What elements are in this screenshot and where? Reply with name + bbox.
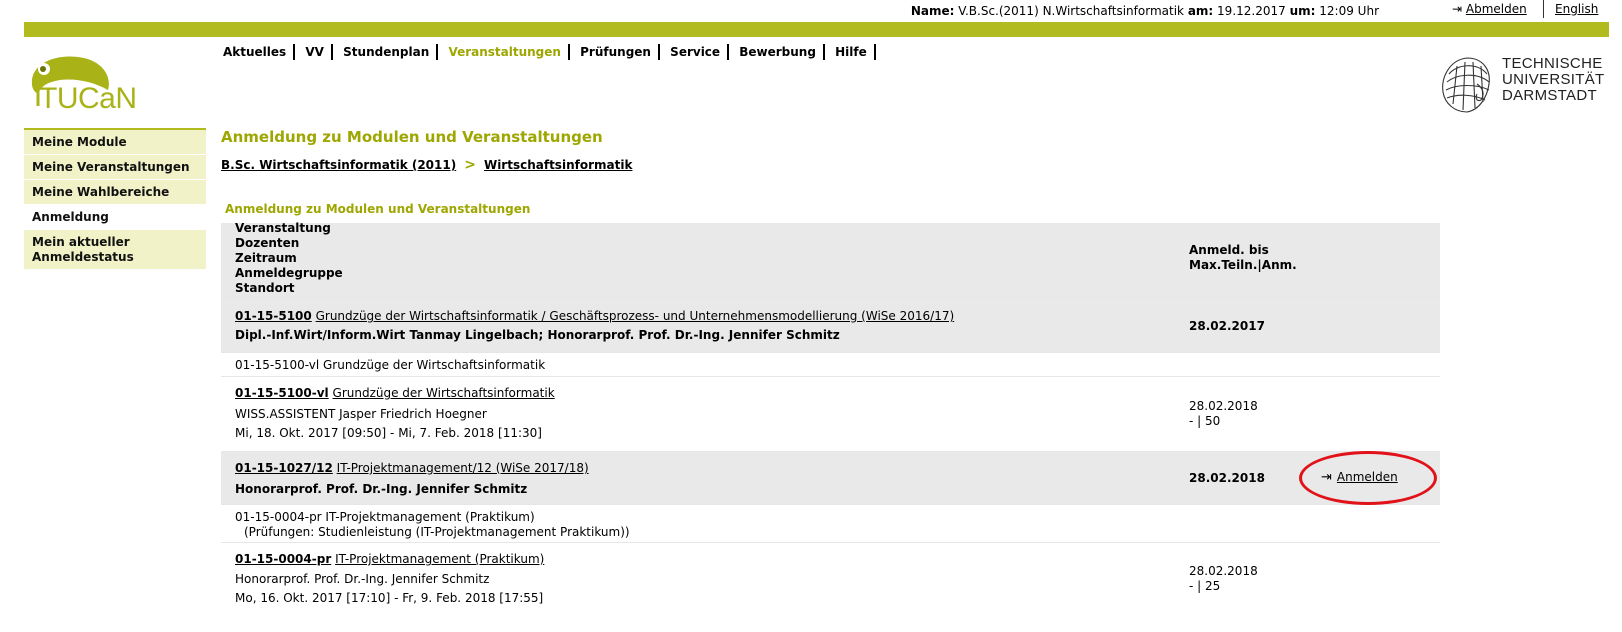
- breadcrumb-area[interactable]: Wirtschaftsinformatik: [484, 158, 632, 172]
- module-code[interactable]: 01-15-1027/12: [235, 461, 333, 475]
- tucan-logo-text: TUCaN: [39, 82, 137, 115]
- top-status-bar: Name: V.B.Sc.(2011) N.Wirtschaftsinforma…: [0, 0, 1622, 21]
- register-button[interactable]: ⇥ Anmelden: [1321, 470, 1398, 485]
- date-label: am:: [1187, 4, 1214, 18]
- nav-aktuelles[interactable]: Aktuelles: [223, 44, 296, 60]
- course-name[interactable]: Grundzüge der Wirtschaftsinformatik: [333, 386, 555, 400]
- table-row: 01-15-5100-vl Grundzüge der Wirtschaftsi…: [221, 377, 1440, 452]
- nav-pruefungen[interactable]: Prüfungen: [580, 44, 660, 60]
- divider: [1543, 0, 1544, 18]
- deadline: 28.02.2018: [1189, 399, 1258, 413]
- register-label[interactable]: Anmelden: [1337, 470, 1398, 484]
- nav-bewerbung[interactable]: Bewerbung: [739, 44, 825, 60]
- course-title[interactable]: 01-15-5100-vl Grundzüge der Wirtschaftsi…: [235, 386, 555, 400]
- course-title[interactable]: 01-15-0004-pr IT-Projektmanagement (Prak…: [235, 552, 544, 566]
- capacity: - | 25: [1189, 579, 1221, 593]
- breadcrumb: B.Sc. Wirtschaftsinformatik (2011) > Wirts…: [221, 157, 632, 173]
- module-title[interactable]: 01-15-5100 Grundzüge der Wirtschaftsinfo…: [235, 309, 954, 323]
- table-row: 01-15-5100 Grundzüge der Wirtschaftsinfo…: [221, 298, 1440, 353]
- section-title: Anmeldung zu Modulen und Veranstaltungen: [225, 202, 531, 216]
- period: Mo, 16. Okt. 2017 [17:10] - Fr, 9. Feb. …: [235, 591, 544, 605]
- deadline: 28.02.2018: [1189, 471, 1265, 485]
- nav-veranstaltungen[interactable]: Veranstaltungen: [448, 44, 570, 60]
- module-code[interactable]: 01-15-5100: [235, 309, 312, 323]
- header-col-deadline: Anmeld. bis Max.Teiln.|Anm.: [1189, 243, 1297, 272]
- nav-service[interactable]: Service: [670, 44, 730, 60]
- tu-darmstadt-logo: TECHNISCHE UNIVERSITÄT DARMSTADT: [1437, 54, 1612, 118]
- table-row: 01-15-5100-vl Grundzüge der Wirtschaftsi…: [221, 353, 1440, 377]
- language-link[interactable]: English: [1555, 2, 1598, 16]
- time-value: 12:09 Uhr: [1319, 4, 1379, 18]
- page-title: Anmeldung zu Modulen und Veranstaltungen: [221, 128, 603, 146]
- logout-link[interactable]: ⇥ Abmelden: [1452, 2, 1527, 16]
- sidebar-item-meine-veranstaltungen[interactable]: Meine Veranstaltungen: [24, 155, 206, 180]
- athena-head-icon: [1442, 57, 1490, 113]
- table-row: 01-15-0004-pr IT-Projektmanagement (Prak…: [221, 505, 1440, 543]
- capacity: - | 50: [1189, 414, 1221, 428]
- header-col-course: Veranstaltung Dozenten Zeitraum Anmeldeg…: [235, 221, 343, 295]
- course-summary: 01-15-5100-vl Grundzüge der Wirtschaftsi…: [235, 358, 546, 372]
- register-arrow-icon: ⇥: [1321, 470, 1332, 485]
- main-navigation: Aktuelles VV Stundenplan Veranstaltungen…: [223, 44, 882, 62]
- module-name[interactable]: IT-Projektmanagement/12 (WiSe 2017/18): [337, 461, 589, 475]
- sidebar: Meine Module Meine Veranstaltungen Meine…: [24, 128, 206, 270]
- sidebar-item-anmeldestatus[interactable]: Mein aktueller Anmeldestatus: [24, 230, 206, 270]
- table-header: Veranstaltung Dozenten Zeitraum Anmeldeg…: [221, 221, 1440, 298]
- university-name: TECHNISCHE UNIVERSITÄT DARMSTADT: [1502, 55, 1605, 104]
- date-value: 19.12.2017: [1217, 4, 1286, 18]
- course-summary: 01-15-0004-pr IT-Projektmanagement (Prak…: [235, 510, 535, 524]
- user-name: V.B.Sc.(2011) N.Wirtschaftsinformatik: [958, 4, 1184, 18]
- course-name[interactable]: IT-Projektmanagement (Praktikum): [335, 552, 544, 566]
- nav-hilfe[interactable]: Hilfe: [835, 44, 876, 60]
- course-code[interactable]: 01-15-5100-vl: [235, 386, 329, 400]
- logout-icon: ⇥: [1452, 2, 1463, 16]
- time-label: um:: [1289, 4, 1316, 18]
- name-label: Name:: [910, 4, 955, 18]
- period: Mi, 18. Okt. 2017 [09:50] - Mi, 7. Feb. …: [235, 426, 542, 440]
- table-row: 01-15-0004-pr IT-Projektmanagement (Prak…: [221, 543, 1440, 617]
- table-row: 01-15-1027/12 IT-Projektmanagement/12 (W…: [221, 451, 1440, 505]
- lecturer: WISS.ASSISTENT Jasper Friedrich Hoegner: [235, 407, 487, 421]
- header-green-bar: [24, 22, 1609, 37]
- exam-info: (Prüfungen: Studienleistung (IT-Projektm…: [244, 525, 630, 539]
- sidebar-item-meine-module[interactable]: Meine Module: [24, 130, 206, 155]
- breadcrumb-separator: >: [464, 157, 476, 173]
- sidebar-item-anmeldung[interactable]: Anmeldung: [24, 205, 206, 230]
- breadcrumb-degree[interactable]: B.Sc. Wirtschaftsinformatik (2011): [221, 158, 456, 172]
- lecturer: Honorarprof. Prof. Dr.-Ing. Jennifer Sch…: [235, 482, 528, 496]
- lecturer: Honorarprof. Prof. Dr.-Ing. Jennifer Sch…: [235, 572, 490, 586]
- tucan-logo[interactable]: TUCaN: [26, 54, 166, 120]
- deadline: 28.02.2018: [1189, 564, 1258, 578]
- module-title[interactable]: 01-15-1027/12 IT-Projektmanagement/12 (W…: [235, 461, 589, 475]
- registration-table: Veranstaltung Dozenten Zeitraum Anmeldeg…: [221, 221, 1440, 617]
- nav-stundenplan[interactable]: Stundenplan: [343, 44, 439, 60]
- lecturer: Dipl.-Inf.Wirt/Inform.Wirt Tanmay Lingel…: [235, 328, 840, 342]
- module-name[interactable]: Grundzüge der Wirtschaftsinformatik / Ge…: [316, 309, 955, 323]
- deadline: 28.02.2017: [1189, 319, 1265, 333]
- logout-label[interactable]: Abmelden: [1466, 2, 1527, 16]
- sidebar-item-meine-wahlbereiche[interactable]: Meine Wahlbereiche: [24, 180, 206, 205]
- course-code[interactable]: 01-15-0004-pr: [235, 552, 331, 566]
- nav-vv[interactable]: VV: [305, 44, 333, 60]
- session-info: Name: V.B.Sc.(2011) N.Wirtschaftsinforma…: [911, 4, 1379, 18]
